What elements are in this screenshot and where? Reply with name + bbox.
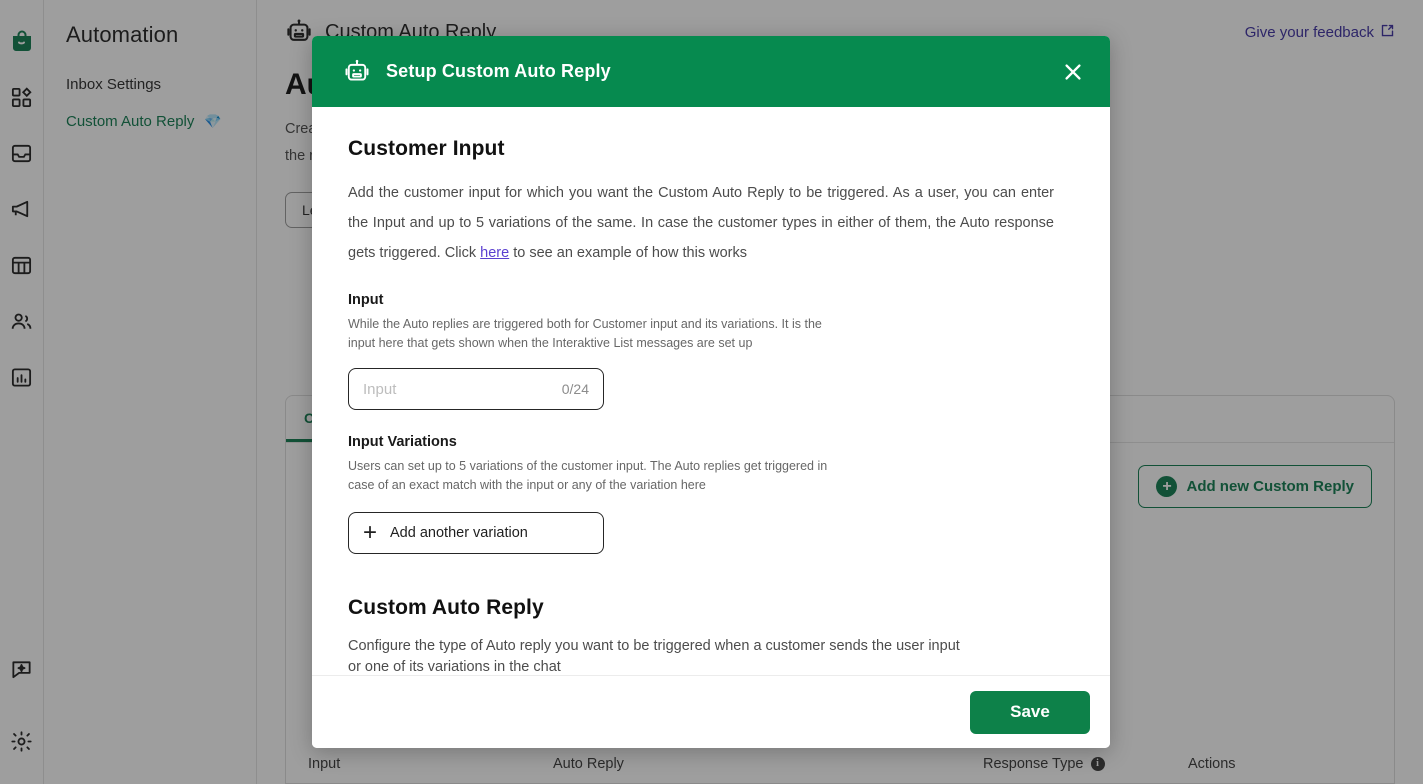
add-variation-label: Add another variation (390, 525, 528, 541)
custom-auto-reply-description: Configure the type of Auto reply you wan… (348, 638, 960, 675)
input-variations-label: Input Variations (348, 434, 457, 450)
custom-auto-reply-heading: Custom Auto Reply (348, 596, 544, 619)
modal-body: Customer Input Add the customer input fo… (312, 107, 1110, 675)
input-field-label: Input (348, 292, 384, 308)
screen: Automation Inbox Settings Custom Auto Re… (0, 0, 1423, 784)
input-field-help: While the Auto replies are triggered bot… (348, 317, 822, 350)
here-link[interactable]: here (480, 245, 509, 261)
save-button[interactable]: Save (970, 690, 1090, 734)
robot-icon (344, 59, 370, 85)
modal-header-left: Setup Custom Auto Reply (344, 59, 611, 85)
input-char-counter: 0/24 (561, 381, 589, 397)
input-field[interactable]: Input 0/24 (348, 368, 604, 410)
description-part-2: to see an example of how this works (509, 245, 747, 261)
input-variations-help: Users can set up to 5 variations of the … (348, 459, 828, 492)
add-another-variation-button[interactable]: + Add another variation (348, 512, 604, 554)
customer-input-description: Add the customer input for which you wan… (348, 178, 1054, 268)
modal-footer: Save (312, 675, 1110, 748)
modal-header: Setup Custom Auto Reply (312, 36, 1110, 107)
plus-icon: + (363, 519, 378, 546)
input-placeholder: Input (363, 380, 397, 398)
close-icon[interactable] (1056, 55, 1090, 89)
setup-custom-auto-reply-modal: Setup Custom Auto Reply Customer Input A… (312, 36, 1110, 748)
customer-input-heading: Customer Input (348, 137, 505, 160)
modal-title: Setup Custom Auto Reply (386, 61, 611, 81)
